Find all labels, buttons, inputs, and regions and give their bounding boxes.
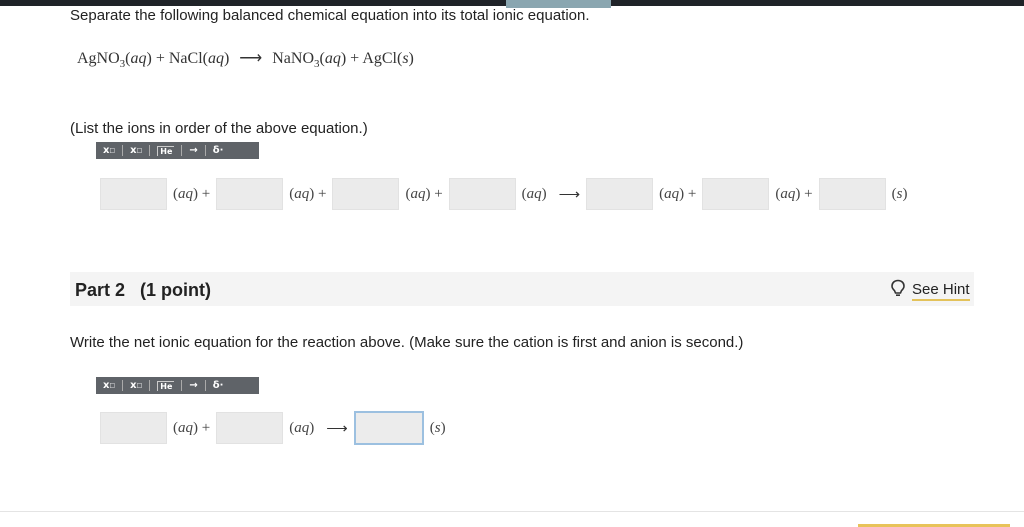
answer-box-6[interactable]	[702, 178, 770, 210]
subscript-button[interactable]: x □	[123, 142, 149, 159]
answer-box-1[interactable]	[100, 178, 167, 210]
reaction-arrow: ⟶	[558, 186, 581, 203]
subscript-button[interactable]: x □	[123, 377, 149, 394]
instruction-text: (List the ions in order of the above equ…	[70, 120, 368, 137]
question-prompt: Separate the following balanced chemical…	[70, 7, 590, 24]
see-hint-link[interactable]: See Hint	[890, 279, 970, 302]
top-bar	[0, 0, 1024, 8]
element-button[interactable]: He	[150, 377, 181, 394]
delta-button[interactable]: δ ·	[206, 142, 231, 159]
reaction-arrow: ⟶	[326, 420, 348, 437]
superscript-button[interactable]: x □	[96, 142, 122, 159]
part-2-question: Write the net ionic equation for the rea…	[70, 334, 744, 351]
arrow-button[interactable]: →	[182, 142, 204, 159]
part-2-title: Part 2 (1 point)	[75, 280, 212, 300]
net-ionic-answer-row: (aq) + (aq) ⟶ (s)	[100, 411, 452, 445]
answer-box-3[interactable]	[332, 178, 400, 210]
answer-box-2[interactable]	[216, 178, 284, 210]
net-answer-box-1[interactable]	[100, 412, 167, 444]
superscript-button[interactable]: x □	[96, 377, 122, 394]
total-ionic-answer-row: (aq) + (aq) + (aq) + (aq) ⟶ (aq) + (aq) …	[100, 177, 913, 211]
answer-box-7[interactable]	[818, 178, 886, 210]
lightbulb-icon	[890, 279, 906, 302]
delta-button[interactable]: δ ·	[206, 377, 231, 394]
bottom-divider	[0, 511, 1024, 512]
element-button[interactable]: He	[150, 142, 181, 159]
net-answer-box-3[interactable]	[353, 411, 424, 445]
net-answer-box-2[interactable]	[216, 412, 284, 444]
arrow-button[interactable]: →	[182, 377, 204, 394]
answer-box-4[interactable]	[448, 178, 516, 210]
math-toolbar-2: x □ x □ He → δ ·	[96, 377, 259, 394]
math-toolbar-1: x □ x □ He → δ ·	[96, 142, 259, 159]
see-hint-label[interactable]: See Hint	[912, 281, 970, 301]
chemical-equation: AgNO3(aq) + NaCl(aq) ⟶ NaNO3(aq) + AgCl(…	[77, 50, 414, 71]
answer-box-5[interactable]	[586, 178, 654, 210]
